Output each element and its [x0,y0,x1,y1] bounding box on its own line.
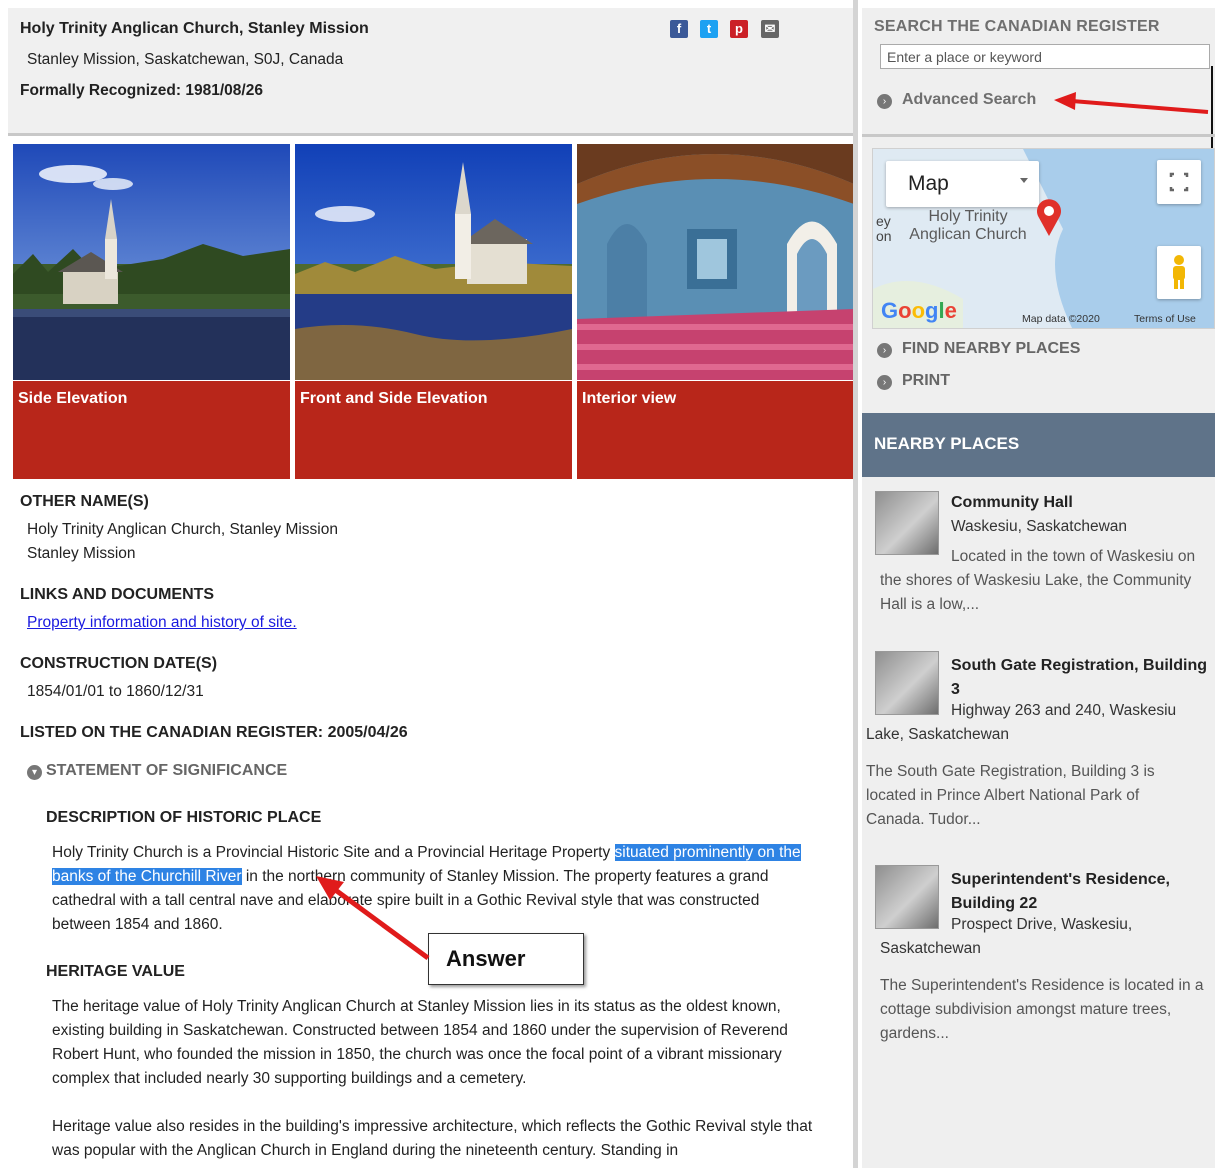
description-heading: DESCRIPTION OF HISTORIC PLACE [46,809,322,826]
google-logo: Google [881,298,957,323]
nearby-places-header: NEARBY PLACES [862,413,1215,477]
advanced-search-link[interactable]: Advanced Search [902,91,1036,109]
other-names-heading: OTHER NAME(S) [20,493,149,510]
heritage-heading: HERITAGE VALUE [46,963,185,980]
map-place-label: Holy Trinity Anglican Church [909,208,1027,243]
page-title: Holy Trinity Anglican Church, Stanley Mi… [20,20,369,37]
answer-arrow [316,876,430,961]
nearby-description: The Superintendent's Residence is locate… [880,977,1204,1042]
heritage-paragraph-1: The heritage value of Holy Trinity Angli… [52,998,788,1087]
caption-interior-view: Interior view [577,381,854,479]
nearby-title[interactable]: South Gate Registration, Building 3 [951,654,1213,702]
other-name-item: Holy Trinity Anglican Church, Stanley Mi… [27,521,338,538]
property-history-link[interactable]: Property information and history of site… [27,614,297,632]
nearby-location: Prospect Drive, Waskesiu, Saskatchewan [880,916,1133,957]
formally-recognized: Formally Recognized: 1981/08/26 [20,82,263,99]
heritage-paragraph-2: Heritage value also resides in the build… [52,1118,813,1159]
map-marker-icon[interactable] [1035,198,1063,238]
answer-callout: Answer [428,933,584,985]
email-icon[interactable]: ✉ [761,20,779,38]
find-nearby-link[interactable]: FIND NEARBY PLACES [902,340,1080,358]
photo-interior-view[interactable] [577,144,854,380]
pegman-icon [1173,255,1185,289]
map-edge-text: ey on [876,213,892,244]
collapse-icon[interactable]: ▾ [27,765,42,780]
links-heading: LINKS AND DOCUMENTS [20,586,215,603]
fullscreen-icon [1169,172,1189,192]
nearby-location: Waskesiu, Saskatchewan [951,518,1128,535]
nearby-title[interactable]: Superintendent's Residence, Building 22 [951,868,1213,916]
search-input[interactable] [880,44,1210,69]
chevron-down-icon [1020,178,1028,183]
photo-front-side-elevation[interactable] [295,144,572,380]
advanced-search-arrow [1054,92,1209,114]
sidebar-separator [862,134,1215,137]
pinterest-icon[interactable]: p [730,20,748,38]
twitter-icon[interactable]: t [700,20,718,38]
nearby-title[interactable]: Community Hall [951,494,1073,512]
nearby-location: Highway 263 and 240, Waskesiu Lake, Sask… [866,702,1177,743]
caption-side-elevation: Side Elevation [13,381,290,479]
map-type-label: Map [908,172,949,195]
photo-side-elevation[interactable] [13,144,290,380]
construction-dates: 1854/01/01 to 1860/12/31 [27,683,204,700]
facebook-icon[interactable]: f [670,20,688,38]
caption-front-side-elevation: Front and Side Elevation [295,381,572,479]
fullscreen-button[interactable] [1157,160,1201,204]
construction-heading: CONSTRUCTION DATE(S) [20,655,218,672]
place-address: Stanley Mission, Saskatchewan, S0J, Cana… [27,51,344,68]
statement-of-significance-toggle[interactable]: STATEMENT OF SIGNIFICANCE [46,762,287,780]
find-nearby-arrow-icon[interactable]: › [877,343,892,358]
column-divider [853,0,858,1168]
street-view-button[interactable] [1157,246,1201,299]
search-heading: SEARCH THE CANADIAN REGISTER [874,18,1160,35]
advanced-search-arrow-icon[interactable]: › [877,94,892,109]
other-name-item: Stanley Mission [27,545,136,562]
nearby-description: The South Gate Registration, Building 3 … [866,763,1155,828]
listed-date: LISTED ON THE CANADIAN REGISTER: 2005/04… [20,724,408,741]
print-arrow-icon[interactable]: › [877,375,892,390]
nearby-description: Located in the town of Waskesiu on the s… [880,548,1196,613]
map-terms-link[interactable]: Terms of Use [1134,313,1196,325]
print-link[interactable]: PRINT [902,372,950,390]
map-data-credit: Map data ©2020 [1022,313,1100,325]
annotation-edge-line [1211,66,1213,156]
